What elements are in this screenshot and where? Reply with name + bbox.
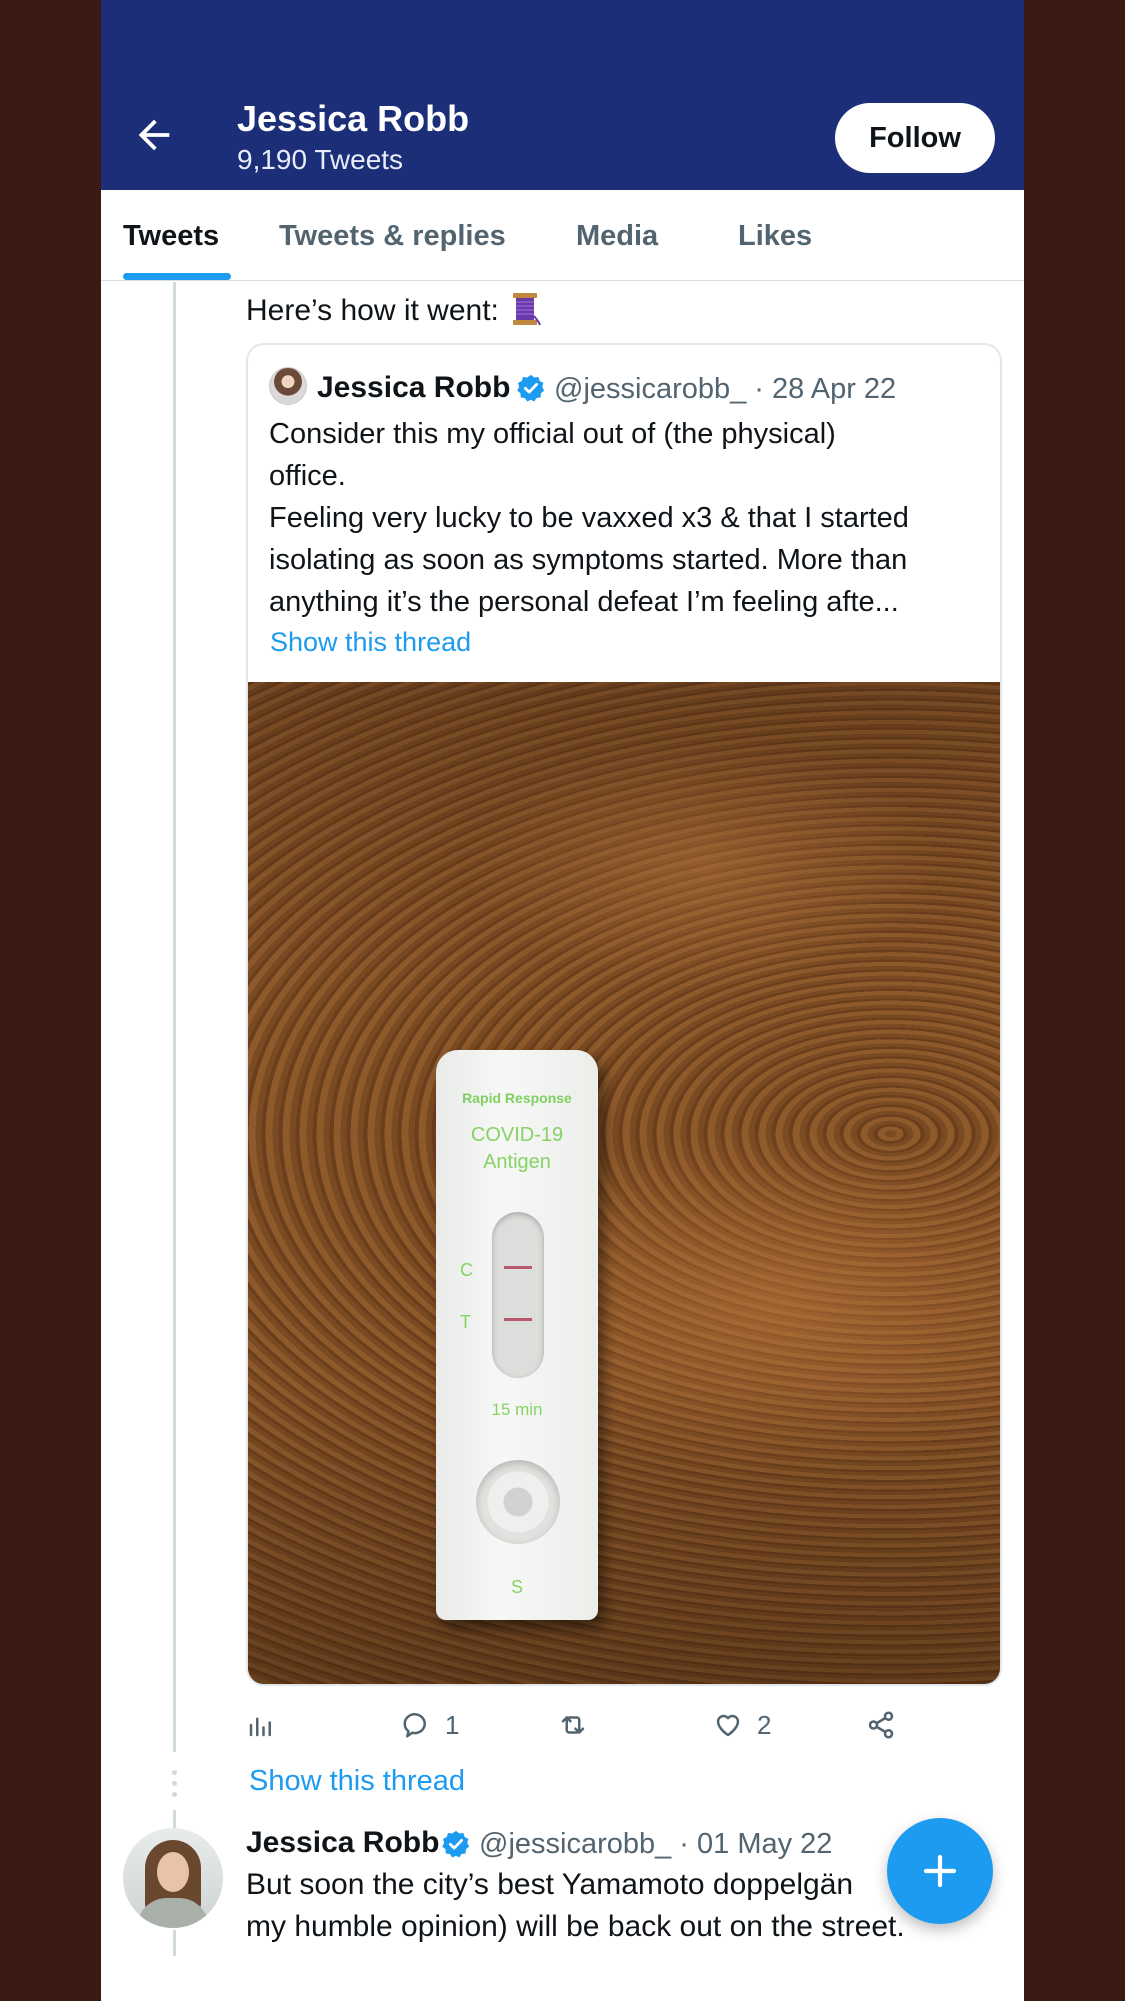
sample-label: S — [510, 1577, 523, 1597]
tweet-body-line: my humble opinion) will be back out on t… — [246, 1910, 905, 1943]
like-count: 2 — [757, 1709, 772, 1740]
reply-count: 1 — [445, 1709, 460, 1740]
verified-badge-icon — [517, 374, 545, 402]
tweet-count: 9,190 Tweets — [237, 144, 404, 175]
heart-icon — [716, 1714, 740, 1737]
follow-button[interactable]: Follow — [835, 103, 995, 173]
tweet-text: Here’s how it went: — [246, 292, 542, 328]
spool-of-thread-emoji-icon — [513, 293, 542, 326]
covid-test-photo[interactable]: Rapid Response COVID-19 Antigen C T 15 m… — [248, 682, 1000, 1684]
profile-screen: Jessica Robb 9,190 Tweets Follow Tweets … — [101, 0, 1024, 2001]
reply-icon — [403, 1713, 426, 1738]
author-name[interactable]: Jessica Robb — [246, 1826, 439, 1860]
analytics-button[interactable] — [246, 1700, 290, 1750]
cassette-title: COVID-19 Antigen — [436, 1122, 598, 1176]
retweet-button[interactable] — [558, 1700, 602, 1750]
tweet-body-line: But soon the city’s best Yamamoto doppel… — [246, 1868, 854, 1901]
sample-well — [476, 1460, 560, 1544]
tweet-actions: 1 2 — [246, 1700, 1006, 1750]
tab-tweets[interactable]: Tweets — [123, 220, 219, 253]
tab-likes[interactable]: Likes — [738, 220, 812, 253]
control-line — [504, 1266, 532, 1269]
cassette-subtitle-line: Antigen — [483, 1151, 551, 1173]
like-button[interactable]: 2 — [713, 1700, 771, 1750]
result-window — [492, 1212, 544, 1378]
reply-button[interactable]: 1 — [401, 1700, 459, 1750]
profile-tabs: Tweets Tweets & replies Media Likes — [101, 190, 1024, 281]
cassette-brand: Rapid Response — [462, 1090, 572, 1106]
cassette-time: 15 min — [491, 1400, 543, 1419]
back-arrow-icon[interactable] — [131, 112, 177, 158]
quoted-body-line: Consider this my official out of (the ph… — [269, 418, 836, 450]
tweet-text-content: Here’s how it went: — [246, 294, 499, 327]
thread-connector-line — [173, 1930, 176, 1956]
active-tab-indicator — [123, 273, 231, 280]
profile-name: Jessica Robb — [237, 98, 470, 139]
share-button[interactable] — [866, 1700, 910, 1750]
quoted-author-handle-date: @jessicarobb_ · 28 Apr 22 — [554, 373, 897, 405]
quoted-body-line: isolating as soon as symptoms started. M… — [269, 544, 908, 576]
quoted-tweet-body: Consider this my official out of (the ph… — [269, 413, 989, 623]
avatar — [269, 367, 307, 405]
quoted-tweet-card[interactable]: Jessica Robb @jessicarobb_ · 28 Apr 22 C… — [246, 343, 1002, 1686]
cassette-title-line: COVID-19 — [470, 1124, 564, 1146]
analytics-icon — [249, 1717, 271, 1737]
quoted-show-thread-link[interactable]: Show this thread — [270, 627, 471, 658]
thread-connector-line — [173, 282, 176, 1752]
share-icon — [868, 1711, 894, 1739]
compose-tweet-button[interactable] — [887, 1818, 993, 1924]
tab-tweets-replies[interactable]: Tweets & replies — [279, 220, 506, 253]
show-thread-link[interactable]: Show this thread — [249, 1765, 465, 1798]
quoted-author-name: Jessica Robb — [317, 371, 511, 404]
profile-header: Jessica Robb 9,190 Tweets Follow — [101, 0, 1024, 190]
author-handle-date: @jessicarobb_ · 01 May 22 — [479, 1828, 833, 1860]
test-label: T — [460, 1312, 471, 1332]
quoted-body-line: Feeling very lucky to be vaxxed x3 & tha… — [269, 502, 909, 534]
thread-gap-dots — [172, 1770, 177, 1800]
tweet-body: But soon the city’s best Yamamoto doppel… — [246, 1864, 966, 1948]
retweet-icon — [561, 1716, 585, 1734]
control-label: C — [460, 1260, 473, 1280]
tab-media[interactable]: Media — [576, 220, 658, 253]
test-cassette: Rapid Response COVID-19 Antigen C T 15 m… — [436, 1050, 598, 1620]
verified-badge-icon — [442, 1830, 470, 1858]
plus-icon — [923, 1854, 957, 1888]
quoted-body-line: anything it’s the personal defeat I’m fe… — [269, 586, 899, 618]
test-line — [504, 1318, 532, 1321]
avatar[interactable] — [123, 1828, 223, 1928]
quoted-body-line: office. — [269, 460, 346, 492]
